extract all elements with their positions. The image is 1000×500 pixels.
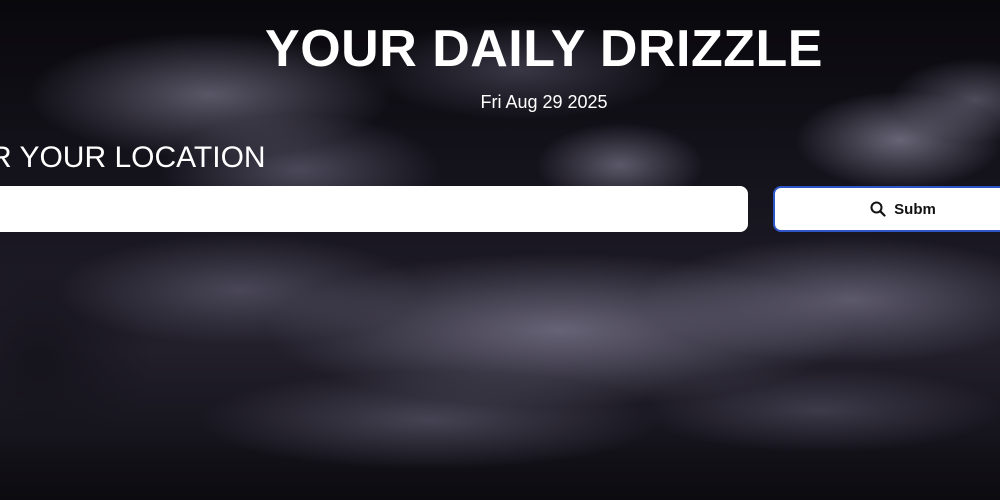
submit-button[interactable]: Subm xyxy=(773,186,1000,232)
page-background: YOUR DAILY DRIZZLE Fri Aug 29 2025 R YOU… xyxy=(0,0,1000,500)
current-date: Fri Aug 29 2025 xyxy=(480,92,608,112)
location-label: R YOUR LOCATION xyxy=(0,141,266,174)
submit-button-label: Subm xyxy=(894,200,936,218)
page-title: YOUR DAILY DRIZZLE xyxy=(265,20,823,78)
search-icon xyxy=(870,201,886,217)
location-input[interactable] xyxy=(0,186,748,232)
